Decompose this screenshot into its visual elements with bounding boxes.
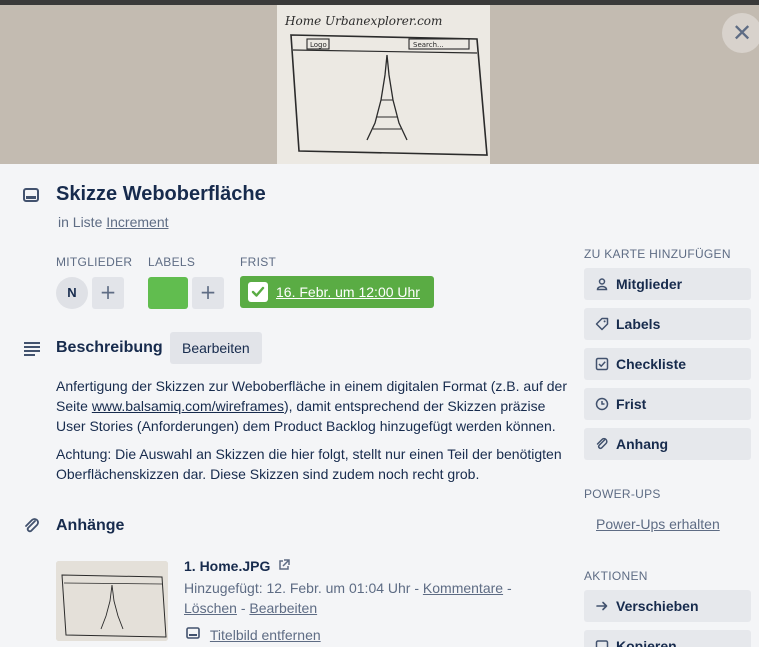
attachment-thumbnail[interactable]	[56, 561, 168, 641]
add-attachment-button[interactable]: Anhang	[584, 428, 751, 460]
add-checklist-button[interactable]: Checkliste	[584, 348, 751, 380]
remove-cover-link[interactable]: Titelbild entfernen	[210, 627, 321, 643]
external-link-icon[interactable]	[278, 559, 291, 571]
due-date-badge[interactable]: 16. Febr. um 12:00 Uhr	[240, 276, 434, 308]
cover-sketch-logo: Logo	[310, 41, 327, 49]
add-labels-label: Labels	[616, 316, 661, 332]
attachment-added: Hinzugefügt: 12. Febr. um 01:04 Uhr -	[184, 580, 420, 596]
description-title: Beschreibung	[56, 339, 163, 356]
balsamiq-link[interactable]: www.balsamiq.com/wireframes	[92, 398, 284, 414]
get-powerups-link[interactable]: Power-Ups erhalten	[596, 516, 720, 532]
due-complete-checkbox[interactable]	[248, 282, 268, 302]
add-checklist-label: Checkliste	[616, 356, 687, 372]
attachments-title: Anhänge	[56, 517, 125, 534]
card-icon	[186, 627, 200, 639]
add-label-button[interactable]: +	[192, 277, 224, 309]
card-cover: Home Urbanexplorer.com Logo Search... ✕	[0, 5, 759, 164]
label-chip-green[interactable]	[148, 277, 188, 309]
avatar[interactable]: N	[56, 277, 88, 309]
move-card-label: Verschieben	[616, 598, 699, 614]
add-to-card-heading: ZU KARTE HINZUFÜGEN	[584, 247, 731, 261]
due-date-text: 16. Febr. um 12:00 Uhr	[276, 284, 420, 300]
add-due-date-label: Frist	[616, 396, 647, 412]
card-icon	[595, 640, 609, 647]
due-label: FRIST	[240, 255, 277, 269]
clock-icon	[595, 397, 609, 411]
list-link[interactable]: Increment	[106, 214, 168, 230]
powerups-heading: POWER-UPS	[584, 487, 661, 501]
cover-sketch-search: Search...	[413, 41, 444, 49]
card-detail: Skizze Weboberfläche in Liste Increment …	[0, 164, 759, 647]
move-card-button[interactable]: Verschieben	[584, 590, 751, 622]
attachment-meta: Hinzugefügt: 12. Febr. um 01:04 Uhr - Ko…	[184, 578, 524, 618]
add-members-label: Mitglieder	[616, 276, 683, 292]
add-member-button[interactable]: +	[92, 277, 124, 309]
description-icon	[24, 342, 40, 356]
remove-cover-action[interactable]: Titelbild entfernen	[186, 626, 321, 643]
list-prefix: in Liste	[58, 214, 103, 230]
list-info: in Liste Increment	[58, 214, 169, 230]
edit-description-button[interactable]: Bearbeiten	[170, 332, 262, 364]
close-icon[interactable]: ✕	[722, 13, 759, 53]
actions-heading: AKTIONEN	[584, 569, 648, 583]
description-paragraph-2: Achtung: Die Auswahl an Skizzen die hier…	[56, 446, 562, 482]
checklist-icon	[595, 357, 609, 371]
comments-link[interactable]: Kommentare	[423, 580, 503, 596]
delete-attachment-link[interactable]: Löschen	[184, 600, 237, 616]
copy-card-button[interactable]: Kopieren	[584, 630, 751, 647]
arrow-right-icon	[596, 601, 608, 611]
description-paragraph-1: Anfertigung der Skizzen zur Weboberfläch…	[56, 376, 576, 436]
attachment-name[interactable]: 1. Home.JPG	[184, 558, 291, 574]
cover-image: Home Urbanexplorer.com Logo Search...	[277, 5, 490, 164]
separator: -	[240, 600, 246, 616]
labels-label: LABELS	[148, 255, 196, 269]
paperclip-icon	[596, 437, 608, 450]
add-members-button[interactable]: Mitglieder	[584, 268, 751, 300]
edit-attachment-link[interactable]: Bearbeiten	[249, 600, 317, 616]
card-icon	[23, 188, 39, 202]
attachment-filename[interactable]: 1. Home.JPG	[184, 558, 270, 574]
cover-sketch-heading: Home Urbanexplorer.com	[284, 14, 442, 28]
card-title[interactable]: Skizze Weboberfläche	[56, 183, 266, 206]
tag-icon	[595, 317, 609, 331]
add-labels-button[interactable]: Labels	[584, 308, 751, 340]
add-due-date-button[interactable]: Frist	[584, 388, 751, 420]
members-label: MITGLIEDER	[56, 255, 133, 269]
paperclip-icon	[25, 518, 39, 533]
person-icon	[596, 278, 608, 291]
separator: -	[506, 580, 512, 596]
copy-card-label: Kopieren	[616, 638, 677, 647]
check-icon	[251, 286, 265, 297]
add-attachment-label: Anhang	[616, 436, 669, 452]
